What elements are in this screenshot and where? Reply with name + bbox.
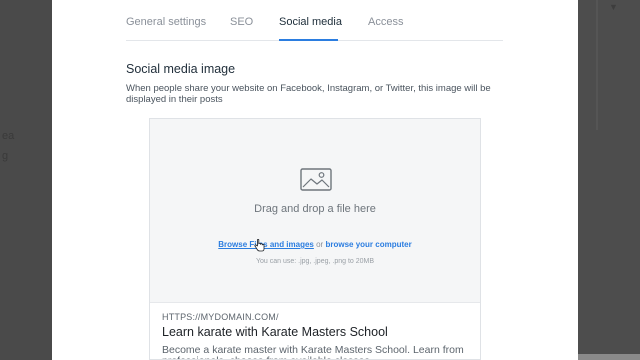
tab-access[interactable]: Access bbox=[368, 16, 403, 28]
background-overlay-right bbox=[578, 0, 640, 360]
file-type-hint: You can use: .jpg, .jpeg, .png to 20MB bbox=[255, 258, 375, 265]
or-text: or bbox=[316, 240, 324, 249]
browse-computer-link[interactable]: browse your computer bbox=[325, 240, 411, 249]
background-overlay-left: ea g bbox=[0, 0, 52, 360]
settings-tabs: General settings SEO Social media Access bbox=[126, 0, 503, 41]
tab-general-settings[interactable]: General settings bbox=[126, 16, 206, 28]
image-upload-dropzone[interactable]: Drag and drop a file here Browse Files a… bbox=[149, 118, 481, 360]
browse-options: Browse Files and images or browse your c… bbox=[150, 240, 480, 249]
preview-url: HTTPS://MYDOMAIN.COM/ bbox=[162, 312, 279, 322]
section-description: When people share your website on Facebo… bbox=[126, 83, 491, 105]
hand-cursor-icon bbox=[254, 239, 265, 252]
background-scrollbar bbox=[596, 0, 598, 130]
tab-seo[interactable]: SEO bbox=[230, 16, 253, 28]
tab-social-media[interactable]: Social media bbox=[279, 16, 342, 28]
drag-drop-text: Drag and drop a file here bbox=[254, 203, 376, 215]
browse-files-link[interactable]: Browse Files and images bbox=[218, 240, 314, 249]
section-title: Social media image bbox=[126, 62, 236, 76]
image-icon bbox=[300, 168, 332, 191]
settings-modal: General settings SEO Social media Access… bbox=[52, 0, 578, 360]
preview-description: Become a karate master with Karate Maste… bbox=[162, 344, 464, 360]
preview-title: Learn karate with Karate Masters School bbox=[162, 325, 388, 339]
social-share-preview: HTTPS://MYDOMAIN.COM/ Learn karate with … bbox=[150, 302, 480, 360]
background-chevron-icon: ▼ bbox=[609, 2, 618, 12]
active-tab-indicator bbox=[279, 39, 338, 41]
